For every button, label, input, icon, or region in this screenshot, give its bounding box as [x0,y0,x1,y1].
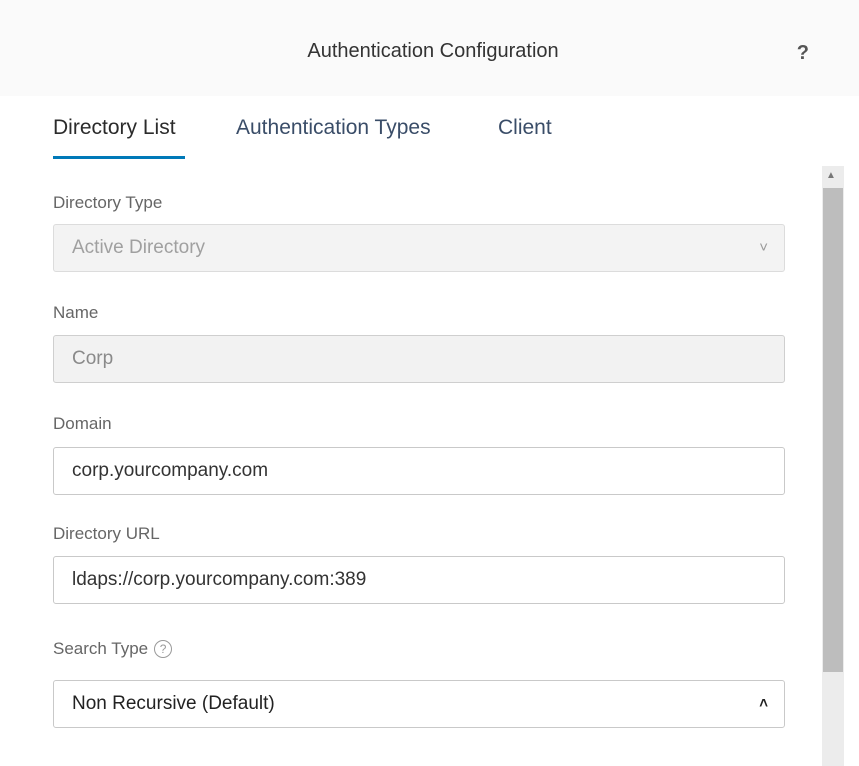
search-type-value: Non Recursive (Default) [72,693,275,714]
scroll-up-arrow-icon[interactable]: ▲ [826,170,836,181]
tab-authentication-types[interactable]: Authentication Types [236,116,431,140]
directory-url-label: Directory URL [53,524,160,543]
directory-type-select[interactable]: Active Directory ˅ [53,224,785,272]
domain-field[interactable]: corp.yourcompany.com [53,447,785,495]
tab-bar: Directory List Authentication Types Clie… [53,112,859,164]
dialog-title: Authentication Configuration [307,40,559,62]
directory-type-value: Active Directory [72,237,206,258]
search-type-label-text: Search Type [53,639,149,658]
name-label: Name [53,303,99,322]
tab-client[interactable]: Client [498,116,552,140]
search-type-label: Search Type? [53,639,173,659]
name-field[interactable]: Corp [53,335,785,383]
chevron-down-icon: ˅ [759,239,768,256]
directory-type-label: Directory Type [53,193,163,212]
tab-directory-list[interactable]: Directory List [53,116,176,140]
help-icon[interactable]: ? [797,42,809,65]
authentication-configuration-dialog: Authentication Configuration ? Directory… [0,0,859,766]
domain-label: Domain [53,414,112,433]
active-tab-indicator [53,156,185,159]
scrollbar-thumb[interactable] [823,188,843,672]
chevron-up-icon: ˄ [759,695,768,712]
search-type-select[interactable]: Non Recursive (Default) ˄ [53,680,785,728]
dialog-header: Authentication Configuration ? [0,0,859,96]
help-circle-icon[interactable]: ? [154,640,173,658]
directory-url-field[interactable]: ldaps://corp.yourcompany.com:389 [53,556,785,604]
